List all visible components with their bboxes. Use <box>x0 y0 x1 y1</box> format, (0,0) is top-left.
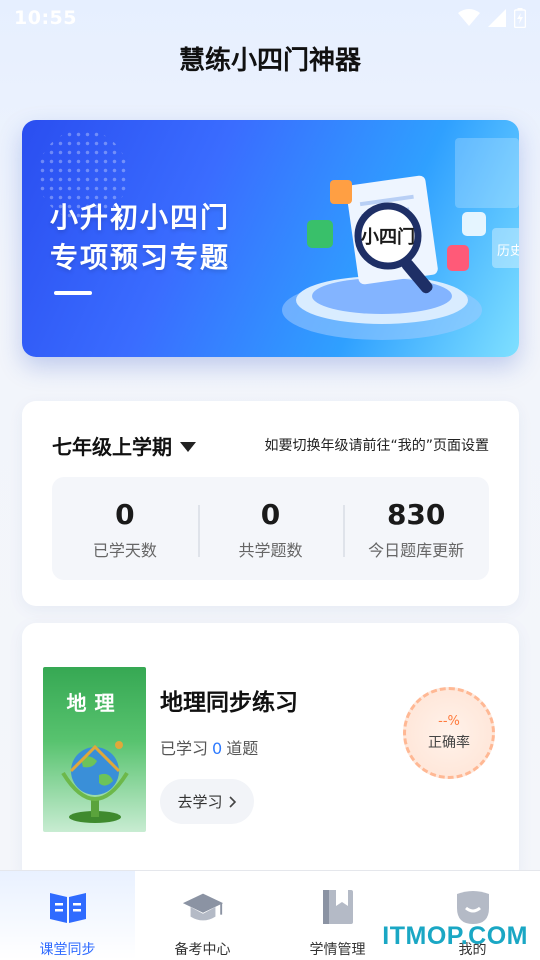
stat-bank-update: 830 今日题库更新 <box>343 497 489 561</box>
grade-selector[interactable]: 七年级上学期 <box>52 431 196 460</box>
stat-value: 0 <box>260 497 281 531</box>
go-study-button[interactable]: 去学习 <box>160 779 254 824</box>
nav-label: 学情管理 <box>309 942 366 958</box>
course-progress: 已学习 0 道题 <box>160 735 258 759</box>
graduation-cap-icon <box>181 885 225 929</box>
accuracy-badge: --% 正确率 <box>403 687 495 779</box>
nav-item-class-sync[interactable]: 课堂同步 <box>0 871 135 960</box>
stat-value: 830 <box>386 497 446 531</box>
cover-title: 地理 <box>66 691 123 715</box>
nav-label: 课堂同步 <box>39 942 96 958</box>
course-title: 地理同步练习 <box>160 690 298 716</box>
banner-line2: 专项预习专题 <box>50 241 231 274</box>
stat-value: 0 <box>115 497 135 531</box>
status-time: 10:55 <box>14 7 77 29</box>
bookmark-icon <box>316 885 360 929</box>
banner-underline <box>54 291 92 295</box>
caret-down-icon[interactable] <box>180 441 196 452</box>
wifi-icon <box>458 9 480 26</box>
nav-label: 备考中心 <box>174 942 231 958</box>
stat-label: 共学题数 <box>238 540 303 560</box>
stats-summary: 0 已学天数 0 共学题数 830 今日题库更新 <box>52 477 489 580</box>
chevron-right-icon <box>228 795 236 808</box>
banner-tag-history: 历史 <box>497 244 519 259</box>
grade-switch-hint: 如要切换年级请前往“我的”页面设置 <box>264 438 489 454</box>
course-card-geography[interactable]: 地理 地理同步练习 已学习 0 道题 去学习 --% 正确率 <box>22 623 519 883</box>
progress-suffix: 道题 <box>226 739 259 758</box>
watermark: ITMOP.COM <box>382 922 528 950</box>
accuracy-value: --% <box>438 714 460 729</box>
page-title: 慧练小四门神器 <box>178 46 361 76</box>
book-icon <box>46 885 90 929</box>
signal-icon <box>488 9 506 27</box>
learning-stats-card: 七年级上学期 如要切换年级请前往“我的”页面设置 0 已学天数 0 共学题数 8… <box>22 401 519 606</box>
stat-label: 今日题库更新 <box>368 540 465 560</box>
course-cover[interactable]: 地理 <box>43 667 146 832</box>
go-study-label: 去学习 <box>177 793 223 811</box>
stat-label: 已学天数 <box>92 540 157 560</box>
battery-icon <box>514 8 526 28</box>
magnifier-illustration: 小四门 历史 <box>282 175 519 340</box>
status-icons <box>458 8 526 28</box>
progress-count: 0 <box>212 739 223 758</box>
globe-icon <box>61 741 129 823</box>
banner-line1: 小升初小四门 <box>50 201 231 234</box>
status-bar: 10:55 <box>0 0 540 36</box>
stat-questions-total: 0 共学题数 <box>197 497 344 561</box>
progress-prefix: 已学习 <box>160 739 209 758</box>
banner-headline: 小升初小四门 专项预习专题 <box>50 198 230 278</box>
stat-days-learned: 0 已学天数 <box>52 497 198 561</box>
promo-banner[interactable]: 小升初小四门 专项预习专题 小四门 历史 <box>22 120 519 357</box>
grade-label[interactable]: 七年级上学期 <box>52 431 172 460</box>
accuracy-label: 正确率 <box>428 735 470 751</box>
nav-item-exam-center[interactable]: 备考中心 <box>135 871 270 960</box>
banner-badge-text: 小四门 <box>361 226 415 248</box>
